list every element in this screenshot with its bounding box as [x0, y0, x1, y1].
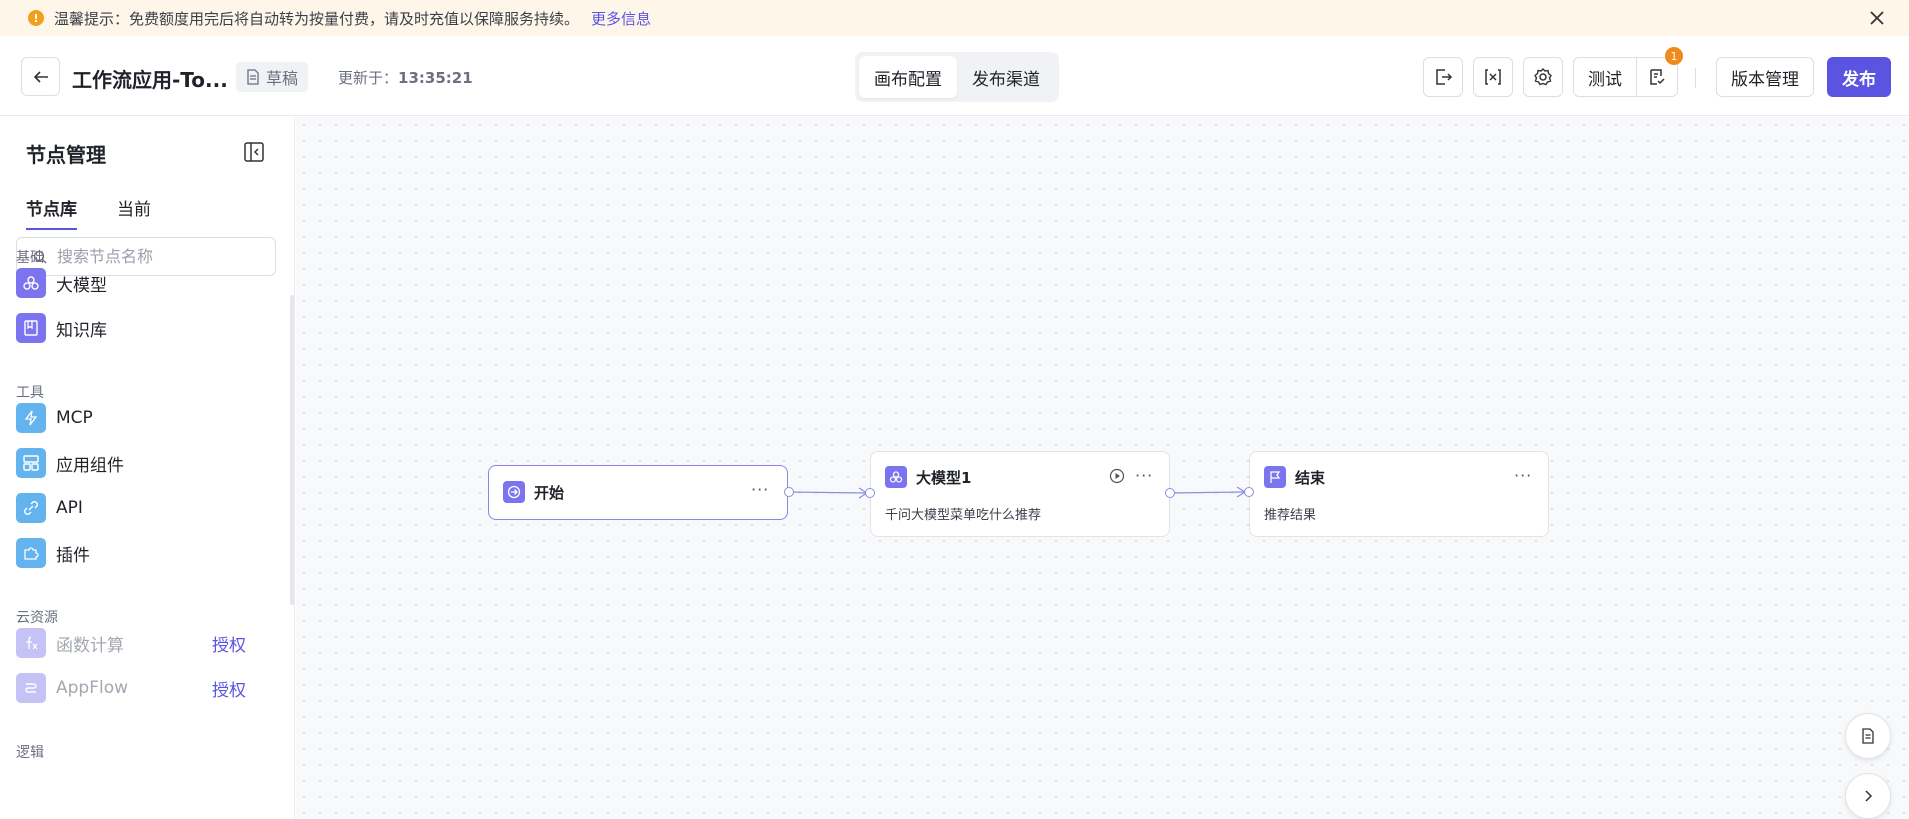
close-icon[interactable]	[1863, 4, 1891, 32]
sidebar-item-mcp[interactable]: MCP	[16, 403, 256, 433]
warning-icon: !	[28, 10, 44, 26]
notes-button[interactable]	[1845, 713, 1891, 759]
sidebar-item-label: API	[56, 498, 83, 518]
node-sidebar: 节点管理 节点库 当前 基础 大模型 知识库 工具 MCP 应用组件 API 插…	[0, 117, 295, 819]
notice-text: 温馨提示：免费额度用完后将自动转为按量付费，请及时充值以保障服务持续。	[54, 9, 580, 28]
sidebar-item-app-component[interactable]: 应用组件	[16, 448, 256, 478]
start-icon	[503, 481, 525, 503]
more-icon[interactable]: ···	[751, 480, 769, 499]
report-icon	[1650, 69, 1665, 85]
variables-button[interactable]	[1473, 57, 1513, 97]
search-input[interactable]	[57, 247, 257, 266]
chevron-right-icon	[1865, 790, 1873, 802]
group-label-logic: 逻辑	[16, 745, 44, 761]
back-button[interactable]	[21, 57, 60, 96]
notification-badge: 1	[1665, 47, 1683, 65]
llm-icon	[16, 268, 46, 298]
sidebar-item-plugin[interactable]: 插件	[16, 538, 256, 568]
flag-icon	[1264, 466, 1286, 488]
app-header: 工作流应用-To... 草稿 更新于：13:35:21 画布配置 发布渠道 测试…	[0, 36, 1909, 116]
node-start[interactable]: 开始 ···	[488, 465, 788, 520]
group-label-basic: 基础	[16, 250, 44, 266]
sidebar-item-label: MCP	[56, 408, 93, 428]
node-description: 推荐结果	[1264, 508, 1317, 523]
sidebar-item-label: 应用组件	[56, 455, 124, 476]
puzzle-icon	[16, 538, 46, 568]
more-icon[interactable]: ···	[1135, 466, 1153, 485]
sidebar-item-knowledge[interactable]: 知识库	[16, 313, 256, 343]
publish-button[interactable]: 发布	[1827, 57, 1891, 97]
more-info-link[interactable]: 更多信息	[591, 8, 651, 29]
layout-icon	[16, 448, 46, 478]
gear-icon	[1534, 68, 1552, 86]
version-management-button[interactable]: 版本管理	[1716, 57, 1814, 97]
authorize-link[interactable]: 授权	[212, 631, 246, 656]
app-title: 工作流应用-To...	[72, 68, 228, 92]
updated-value: 13:35:21	[398, 69, 473, 87]
node-header: 开始	[503, 481, 564, 503]
test-group: 测试	[1573, 57, 1678, 97]
sidebar-item-label: 插件	[56, 545, 90, 566]
node-header: 大模型1	[885, 466, 971, 488]
tab-publish-channel[interactable]: 发布渠道	[957, 56, 1055, 98]
draft-badge: 草稿	[236, 62, 309, 92]
node-title: 结束	[1295, 468, 1326, 487]
sidebar-item-label: 知识库	[56, 320, 107, 341]
sidebar-tabs: 节点库 当前	[26, 195, 191, 230]
node-input-port[interactable]	[865, 488, 875, 498]
expand-button[interactable]	[1845, 773, 1891, 819]
node-llm[interactable]: 大模型1 ··· 千问大模型菜单吃什么推荐	[870, 451, 1170, 537]
play-icon[interactable]	[1109, 468, 1125, 484]
export-icon	[1436, 69, 1453, 85]
llm-icon	[885, 466, 907, 488]
test-button[interactable]: 测试	[1574, 58, 1637, 96]
function-icon	[16, 628, 46, 658]
node-description: 千问大模型菜单吃什么推荐	[885, 508, 1042, 523]
arrow-left-icon	[33, 70, 48, 83]
more-icon[interactable]: ···	[1514, 466, 1532, 485]
book-icon	[16, 313, 46, 343]
variable-icon	[1485, 69, 1501, 85]
sidebar-scrollbar[interactable]	[290, 295, 294, 605]
notice-bar: ! 温馨提示：免费额度用完后将自动转为按量付费，请及时充值以保障服务持续。 更多…	[0, 0, 1909, 36]
link-icon	[16, 493, 46, 523]
group-label-tools: 工具	[16, 385, 44, 401]
settings-button[interactable]	[1523, 57, 1563, 97]
sidebar-title: 节点管理	[26, 143, 106, 167]
sidebar-item-label: 大模型	[56, 275, 107, 296]
view-switcher: 画布配置 发布渠道	[855, 52, 1059, 102]
document-icon	[1862, 728, 1874, 744]
lightning-icon	[16, 403, 46, 433]
group-label-cloud: 云资源	[16, 610, 58, 626]
updated-label: 更新于：	[338, 69, 399, 87]
draft-label: 草稿	[266, 69, 299, 88]
sidebar-item-api[interactable]: API	[16, 493, 256, 523]
node-input-port[interactable]	[1244, 487, 1254, 497]
sidebar-item-llm[interactable]: 大模型	[16, 268, 256, 298]
tab-canvas-config[interactable]: 画布配置	[859, 56, 957, 98]
sidebar-item-label: AppFlow	[56, 678, 129, 698]
workflow-canvas[interactable]: 开始 ··· 大模型1 ··· 千问大模型菜单吃什么推荐 结束 ··· 推荐结果	[296, 117, 1909, 819]
appflow-icon	[16, 673, 46, 703]
node-header: 结束	[1264, 466, 1325, 488]
node-title: 开始	[534, 483, 565, 502]
document-icon	[247, 69, 259, 85]
node-output-port[interactable]	[1165, 488, 1175, 498]
tab-current[interactable]: 当前	[117, 195, 151, 230]
collapse-sidebar-icon[interactable]	[243, 141, 265, 163]
sidebar-item-appflow[interactable]: AppFlow 授权	[16, 673, 256, 703]
sidebar-item-function-compute[interactable]: 函数计算 授权	[16, 628, 256, 658]
node-end[interactable]: 结束 ··· 推荐结果	[1249, 451, 1549, 537]
sidebar-item-label: 函数计算	[56, 635, 124, 656]
divider	[1695, 68, 1696, 88]
node-output-port[interactable]	[784, 487, 794, 497]
export-button[interactable]	[1423, 57, 1463, 97]
tab-node-library[interactable]: 节点库	[26, 195, 77, 230]
node-title: 大模型1	[916, 468, 972, 487]
updated-time: 更新于：13:35:21	[338, 67, 473, 88]
authorize-link[interactable]: 授权	[212, 676, 246, 701]
